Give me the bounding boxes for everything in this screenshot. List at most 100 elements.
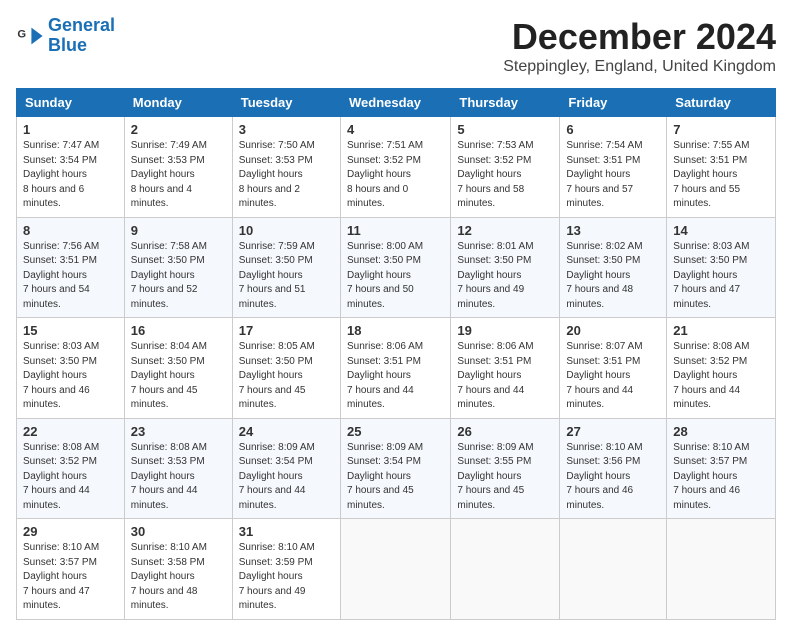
calendar-cell: 10 Sunrise: 7:59 AM Sunset: 3:50 PM Dayl… <box>232 217 340 318</box>
day-number: 27 <box>566 424 660 439</box>
day-number: 5 <box>457 122 553 137</box>
day-number: 28 <box>673 424 769 439</box>
calendar-cell: 30 Sunrise: 8:10 AM Sunset: 3:58 PM Dayl… <box>124 519 232 620</box>
day-number: 29 <box>23 524 118 539</box>
calendar-cell: 20 Sunrise: 8:07 AM Sunset: 3:51 PM Dayl… <box>560 318 667 419</box>
day-info: Sunrise: 8:10 AM Sunset: 3:57 PM Dayligh… <box>23 541 118 614</box>
calendar-cell: 11 Sunrise: 8:00 AM Sunset: 3:50 PM Dayl… <box>340 217 450 318</box>
day-number: 12 <box>457 223 553 238</box>
day-number: 25 <box>347 424 444 439</box>
day-number: 17 <box>239 323 334 338</box>
day-number: 3 <box>239 122 334 137</box>
calendar-cell: 7 Sunrise: 7:55 AM Sunset: 3:51 PM Dayli… <box>667 117 776 218</box>
day-info: Sunrise: 8:06 AM Sunset: 3:51 PM Dayligh… <box>347 340 444 413</box>
calendar-cell: 16 Sunrise: 8:04 AM Sunset: 3:50 PM Dayl… <box>124 318 232 419</box>
day-info: Sunrise: 8:02 AM Sunset: 3:50 PM Dayligh… <box>566 240 660 313</box>
calendar-cell <box>340 519 450 620</box>
day-info: Sunrise: 7:59 AM Sunset: 3:50 PM Dayligh… <box>239 240 334 313</box>
day-info: Sunrise: 8:03 AM Sunset: 3:50 PM Dayligh… <box>673 240 769 313</box>
calendar-cell: 8 Sunrise: 7:56 AM Sunset: 3:51 PM Dayli… <box>17 217 125 318</box>
day-info: Sunrise: 7:49 AM Sunset: 3:53 PM Dayligh… <box>131 139 226 212</box>
calendar-cell: 13 Sunrise: 8:02 AM Sunset: 3:50 PM Dayl… <box>560 217 667 318</box>
day-number: 4 <box>347 122 444 137</box>
calendar-cell: 29 Sunrise: 8:10 AM Sunset: 3:57 PM Dayl… <box>17 519 125 620</box>
calendar-cell: 21 Sunrise: 8:08 AM Sunset: 3:52 PM Dayl… <box>667 318 776 419</box>
calendar-cell: 24 Sunrise: 8:09 AM Sunset: 3:54 PM Dayl… <box>232 418 340 519</box>
day-info: Sunrise: 8:10 AM Sunset: 3:58 PM Dayligh… <box>131 541 226 614</box>
day-info: Sunrise: 7:47 AM Sunset: 3:54 PM Dayligh… <box>23 139 118 212</box>
calendar-week-5: 29 Sunrise: 8:10 AM Sunset: 3:57 PM Dayl… <box>17 519 776 620</box>
day-number: 13 <box>566 223 660 238</box>
logo-icon: G <box>16 22 44 50</box>
day-number: 9 <box>131 223 226 238</box>
calendar-cell: 28 Sunrise: 8:10 AM Sunset: 3:57 PM Dayl… <box>667 418 776 519</box>
day-number: 24 <box>239 424 334 439</box>
day-number: 30 <box>131 524 226 539</box>
day-number: 23 <box>131 424 226 439</box>
day-number: 14 <box>673 223 769 238</box>
title-block: December 2024 Steppingley, England, Unit… <box>503 16 776 76</box>
day-info: Sunrise: 8:08 AM Sunset: 3:52 PM Dayligh… <box>673 340 769 413</box>
col-sunday: Sunday <box>17 89 125 117</box>
page-header: G General Blue December 2024 Steppingley… <box>16 16 776 76</box>
calendar-cell: 27 Sunrise: 8:10 AM Sunset: 3:56 PM Dayl… <box>560 418 667 519</box>
day-number: 22 <box>23 424 118 439</box>
calendar-cell: 6 Sunrise: 7:54 AM Sunset: 3:51 PM Dayli… <box>560 117 667 218</box>
day-info: Sunrise: 8:03 AM Sunset: 3:50 PM Dayligh… <box>23 340 118 413</box>
calendar-table: Sunday Monday Tuesday Wednesday Thursday… <box>16 88 776 620</box>
logo-line1: General <box>48 15 115 35</box>
calendar-cell: 19 Sunrise: 8:06 AM Sunset: 3:51 PM Dayl… <box>451 318 560 419</box>
day-info: Sunrise: 8:09 AM Sunset: 3:54 PM Dayligh… <box>239 441 334 514</box>
col-tuesday: Tuesday <box>232 89 340 117</box>
day-info: Sunrise: 8:04 AM Sunset: 3:50 PM Dayligh… <box>131 340 226 413</box>
calendar-cell: 9 Sunrise: 7:58 AM Sunset: 3:50 PM Dayli… <box>124 217 232 318</box>
logo-text: General Blue <box>48 16 115 56</box>
calendar-header-row: Sunday Monday Tuesday Wednesday Thursday… <box>17 89 776 117</box>
day-number: 16 <box>131 323 226 338</box>
calendar-week-3: 15 Sunrise: 8:03 AM Sunset: 3:50 PM Dayl… <box>17 318 776 419</box>
calendar-cell: 2 Sunrise: 7:49 AM Sunset: 3:53 PM Dayli… <box>124 117 232 218</box>
day-info: Sunrise: 8:09 AM Sunset: 3:55 PM Dayligh… <box>457 441 553 514</box>
col-thursday: Thursday <box>451 89 560 117</box>
calendar-cell: 18 Sunrise: 8:06 AM Sunset: 3:51 PM Dayl… <box>340 318 450 419</box>
day-info: Sunrise: 8:07 AM Sunset: 3:51 PM Dayligh… <box>566 340 660 413</box>
day-info: Sunrise: 8:10 AM Sunset: 3:59 PM Dayligh… <box>239 541 334 614</box>
day-info: Sunrise: 7:54 AM Sunset: 3:51 PM Dayligh… <box>566 139 660 212</box>
day-number: 21 <box>673 323 769 338</box>
logo-line2: Blue <box>48 35 87 55</box>
day-number: 20 <box>566 323 660 338</box>
logo: G General Blue <box>16 16 115 56</box>
calendar-cell: 25 Sunrise: 8:09 AM Sunset: 3:54 PM Dayl… <box>340 418 450 519</box>
day-info: Sunrise: 8:10 AM Sunset: 3:56 PM Dayligh… <box>566 441 660 514</box>
day-info: Sunrise: 8:00 AM Sunset: 3:50 PM Dayligh… <box>347 240 444 313</box>
calendar-cell: 23 Sunrise: 8:08 AM Sunset: 3:53 PM Dayl… <box>124 418 232 519</box>
day-number: 2 <box>131 122 226 137</box>
calendar-cell: 4 Sunrise: 7:51 AM Sunset: 3:52 PM Dayli… <box>340 117 450 218</box>
svg-text:G: G <box>17 28 26 40</box>
calendar-cell: 14 Sunrise: 8:03 AM Sunset: 3:50 PM Dayl… <box>667 217 776 318</box>
calendar-cell: 15 Sunrise: 8:03 AM Sunset: 3:50 PM Dayl… <box>17 318 125 419</box>
calendar-cell <box>667 519 776 620</box>
day-info: Sunrise: 8:06 AM Sunset: 3:51 PM Dayligh… <box>457 340 553 413</box>
calendar-cell: 3 Sunrise: 7:50 AM Sunset: 3:53 PM Dayli… <box>232 117 340 218</box>
calendar-cell: 22 Sunrise: 8:08 AM Sunset: 3:52 PM Dayl… <box>17 418 125 519</box>
day-number: 10 <box>239 223 334 238</box>
day-number: 6 <box>566 122 660 137</box>
day-info: Sunrise: 8:08 AM Sunset: 3:52 PM Dayligh… <box>23 441 118 514</box>
day-number: 7 <box>673 122 769 137</box>
calendar-cell: 5 Sunrise: 7:53 AM Sunset: 3:52 PM Dayli… <box>451 117 560 218</box>
day-info: Sunrise: 8:10 AM Sunset: 3:57 PM Dayligh… <box>673 441 769 514</box>
day-info: Sunrise: 8:05 AM Sunset: 3:50 PM Dayligh… <box>239 340 334 413</box>
col-saturday: Saturday <box>667 89 776 117</box>
day-info: Sunrise: 8:01 AM Sunset: 3:50 PM Dayligh… <box>457 240 553 313</box>
day-number: 15 <box>23 323 118 338</box>
col-monday: Monday <box>124 89 232 117</box>
calendar-week-1: 1 Sunrise: 7:47 AM Sunset: 3:54 PM Dayli… <box>17 117 776 218</box>
day-info: Sunrise: 7:58 AM Sunset: 3:50 PM Dayligh… <box>131 240 226 313</box>
calendar-cell <box>451 519 560 620</box>
day-info: Sunrise: 7:51 AM Sunset: 3:52 PM Dayligh… <box>347 139 444 212</box>
day-number: 31 <box>239 524 334 539</box>
calendar-cell: 26 Sunrise: 8:09 AM Sunset: 3:55 PM Dayl… <box>451 418 560 519</box>
location-subtitle: Steppingley, England, United Kingdom <box>503 58 776 76</box>
calendar-cell: 1 Sunrise: 7:47 AM Sunset: 3:54 PM Dayli… <box>17 117 125 218</box>
